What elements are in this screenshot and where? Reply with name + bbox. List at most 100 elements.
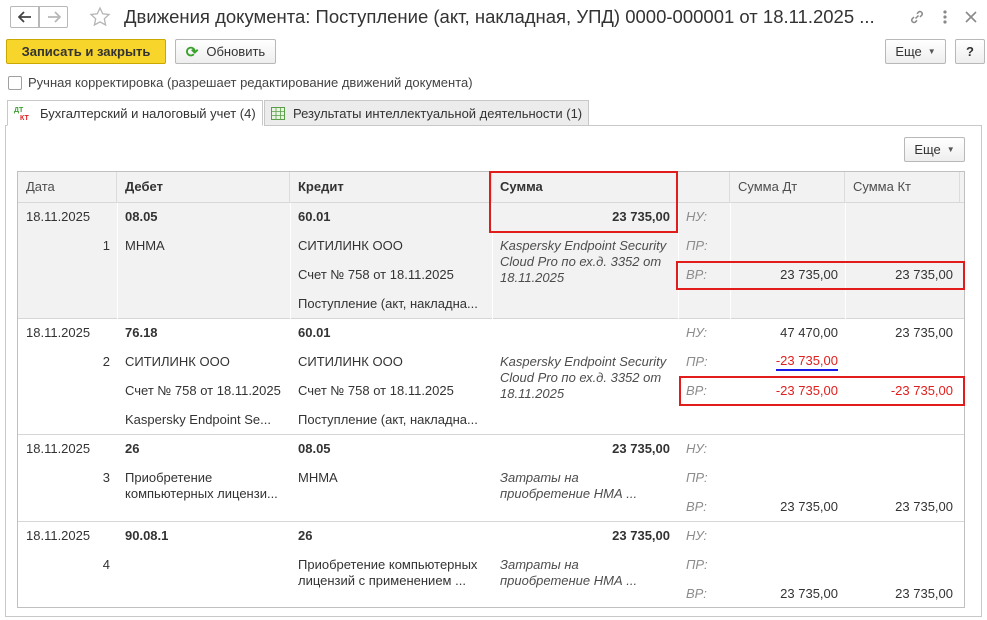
- more-menu-button[interactable]: Еще ▼: [885, 39, 946, 64]
- col-header-debit[interactable]: Дебет: [117, 172, 290, 202]
- nu-sum-kt: 23 735,00: [895, 325, 953, 340]
- credit-subconto-1: МНМА: [298, 470, 338, 485]
- back-button[interactable]: [10, 6, 39, 28]
- arrow-left-icon: [17, 11, 31, 23]
- favorite-star-icon[interactable]: [88, 5, 112, 29]
- row-sum: [496, 323, 670, 343]
- row-number: 4: [102, 557, 110, 572]
- dt-kt-icon: ДТ КТ: [14, 105, 32, 121]
- col-header-sum-kt[interactable]: Сумма Кт: [845, 172, 960, 202]
- credit-account: 08.05: [298, 441, 331, 456]
- col-header-date[interactable]: Дата: [18, 172, 117, 202]
- debit-account: 26: [125, 441, 140, 456]
- row-number: 1: [102, 238, 110, 253]
- table-header: Дата Дебет Кредит Сумма Сумма Дт Сумма К…: [18, 172, 964, 203]
- tab-intellectual-results[interactable]: Результаты интеллектуальной деятельности…: [264, 100, 589, 126]
- debit-subconto-1: Приобретение компьютерных лицензи...: [125, 470, 278, 501]
- debit-subconto-1: МНМА: [125, 238, 165, 253]
- label-pr: ПР:: [686, 354, 708, 369]
- grid-more-label: Еще: [914, 142, 941, 157]
- close-icon[interactable]: [961, 7, 981, 27]
- row-date: 18.11.2025: [26, 325, 91, 340]
- forward-button[interactable]: [39, 6, 68, 28]
- row-date: 18.11.2025: [26, 441, 91, 456]
- vr-sum-dt: -23 735,00: [775, 383, 838, 398]
- tab-divider-left: [5, 125, 7, 126]
- tab-intellectual-results-label: Результаты интеллектуальной деятельности…: [293, 105, 583, 121]
- table-row[interactable]: 18.11.2025 4 90.08.1 26 Приобретение ком…: [18, 522, 964, 607]
- checkbox-box[interactable]: [8, 75, 22, 90]
- row-sum: 23 735,00: [612, 441, 670, 456]
- column-divider: [678, 203, 679, 319]
- row-sum: 23 735,00: [612, 528, 670, 543]
- tab-divider: [589, 125, 982, 126]
- table-row[interactable]: 18.11.2025 1 08.05 МНМА 60.01 СИТИЛИНК О…: [18, 203, 964, 319]
- pr-sum-dt[interactable]: -23 735,00: [775, 352, 838, 371]
- debit-subconto-2: Счет № 758 от 18.11.2025: [125, 383, 281, 398]
- label-vr: ВР:: [686, 267, 707, 282]
- col-header-sum-dt[interactable]: Сумма Дт: [730, 172, 845, 202]
- nu-sum-dt: 47 470,00: [780, 325, 838, 340]
- credit-subconto-3: Поступление (акт, накладна...: [298, 296, 478, 311]
- label-vr: ВР:: [686, 586, 707, 601]
- credit-subconto-1: СИТИЛИНК ООО: [298, 354, 403, 369]
- row-content: Затраты на приобретение НМА ...: [500, 557, 638, 588]
- help-button[interactable]: ?: [955, 39, 985, 64]
- label-nu: НУ:: [686, 325, 708, 340]
- tab-accounting[interactable]: ДТ КТ Бухгалтерский и налоговый учет (4): [7, 100, 263, 126]
- column-divider: [492, 203, 493, 319]
- table-row[interactable]: 18.11.2025 3 26 Приобретение компьютерны…: [18, 435, 964, 522]
- col-header-sum[interactable]: Сумма: [492, 172, 678, 202]
- dropdown-caret-icon: ▼: [946, 145, 955, 154]
- manual-correction-label: Ручная корректировка (разрешает редактир…: [28, 75, 473, 90]
- vr-sum-dt: 23 735,00: [780, 586, 838, 601]
- row-number: 2: [102, 354, 110, 369]
- dropdown-caret-icon: ▼: [927, 47, 936, 56]
- credit-subconto-1: СИТИЛИНК ООО: [298, 238, 403, 253]
- row-content: Kaspersky Endpoint Security Cloud Pro по…: [500, 354, 667, 401]
- table-icon: [271, 106, 285, 120]
- label-nu: НУ:: [686, 441, 708, 456]
- table-row[interactable]: 18.11.2025 2 76.18 СИТИЛИНК ООО Счет № 7…: [18, 319, 964, 435]
- debit-subconto-3: Kaspersky Endpoint Se...: [125, 412, 271, 427]
- title-bar: Движения документа: Поступление (акт, на…: [0, 0, 987, 34]
- label-nu: НУ:: [686, 209, 708, 224]
- label-vr: ВР:: [686, 499, 707, 514]
- row-date: 18.11.2025: [26, 209, 91, 224]
- vr-sum-dt: 23 735,00: [780, 267, 838, 282]
- tab-accounting-label: Бухгалтерский и налоговый учет (4): [40, 105, 256, 121]
- credit-account: 26: [298, 528, 313, 543]
- vr-sum-dt: 23 735,00: [780, 499, 838, 514]
- pr-sum-dt-wrap: -23 735,00: [734, 352, 838, 374]
- more-menu-label: Еще: [895, 44, 922, 59]
- manual-correction-checkbox[interactable]: Ручная корректировка (разрешает редактир…: [8, 75, 473, 90]
- save-and-close-button[interactable]: Записать и закрыть: [6, 39, 166, 64]
- credit-subconto-2: Счет № 758 от 18.11.2025: [298, 383, 454, 398]
- debit-account: 90.08.1: [125, 528, 169, 543]
- grid-more-button[interactable]: Еще ▼: [904, 137, 965, 162]
- label-pr: ПР:: [686, 557, 708, 572]
- label-pr: ПР:: [686, 470, 708, 485]
- row-sum: 23 735,00: [612, 209, 670, 224]
- column-divider: [117, 203, 118, 319]
- svg-text:КТ: КТ: [20, 115, 29, 121]
- credit-subconto-3: Поступление (акт, накладна...: [298, 412, 478, 427]
- debit-account: 08.05: [125, 209, 158, 224]
- debit-subconto-1: СИТИЛИНК ООО: [125, 354, 230, 369]
- col-header-blank[interactable]: [678, 172, 730, 202]
- column-divider: [290, 203, 291, 319]
- label-pr: ПР:: [686, 238, 708, 253]
- credit-account: 60.01: [298, 209, 331, 224]
- menu-dots-icon[interactable]: [935, 7, 955, 27]
- row-date: 18.11.2025: [26, 528, 91, 543]
- col-header-credit[interactable]: Кредит: [290, 172, 492, 202]
- column-divider: [845, 203, 846, 319]
- refresh-button-label: Обновить: [206, 44, 266, 59]
- row-number: 3: [102, 470, 110, 485]
- refresh-icon: ⟳: [185, 43, 199, 61]
- link-icon[interactable]: [907, 7, 927, 27]
- svg-text:ДТ: ДТ: [14, 107, 24, 114]
- refresh-button[interactable]: ⟳ Обновить: [175, 39, 276, 64]
- window-title: Движения документа: Поступление (акт, на…: [124, 6, 875, 27]
- label-vr: ВР:: [686, 383, 707, 398]
